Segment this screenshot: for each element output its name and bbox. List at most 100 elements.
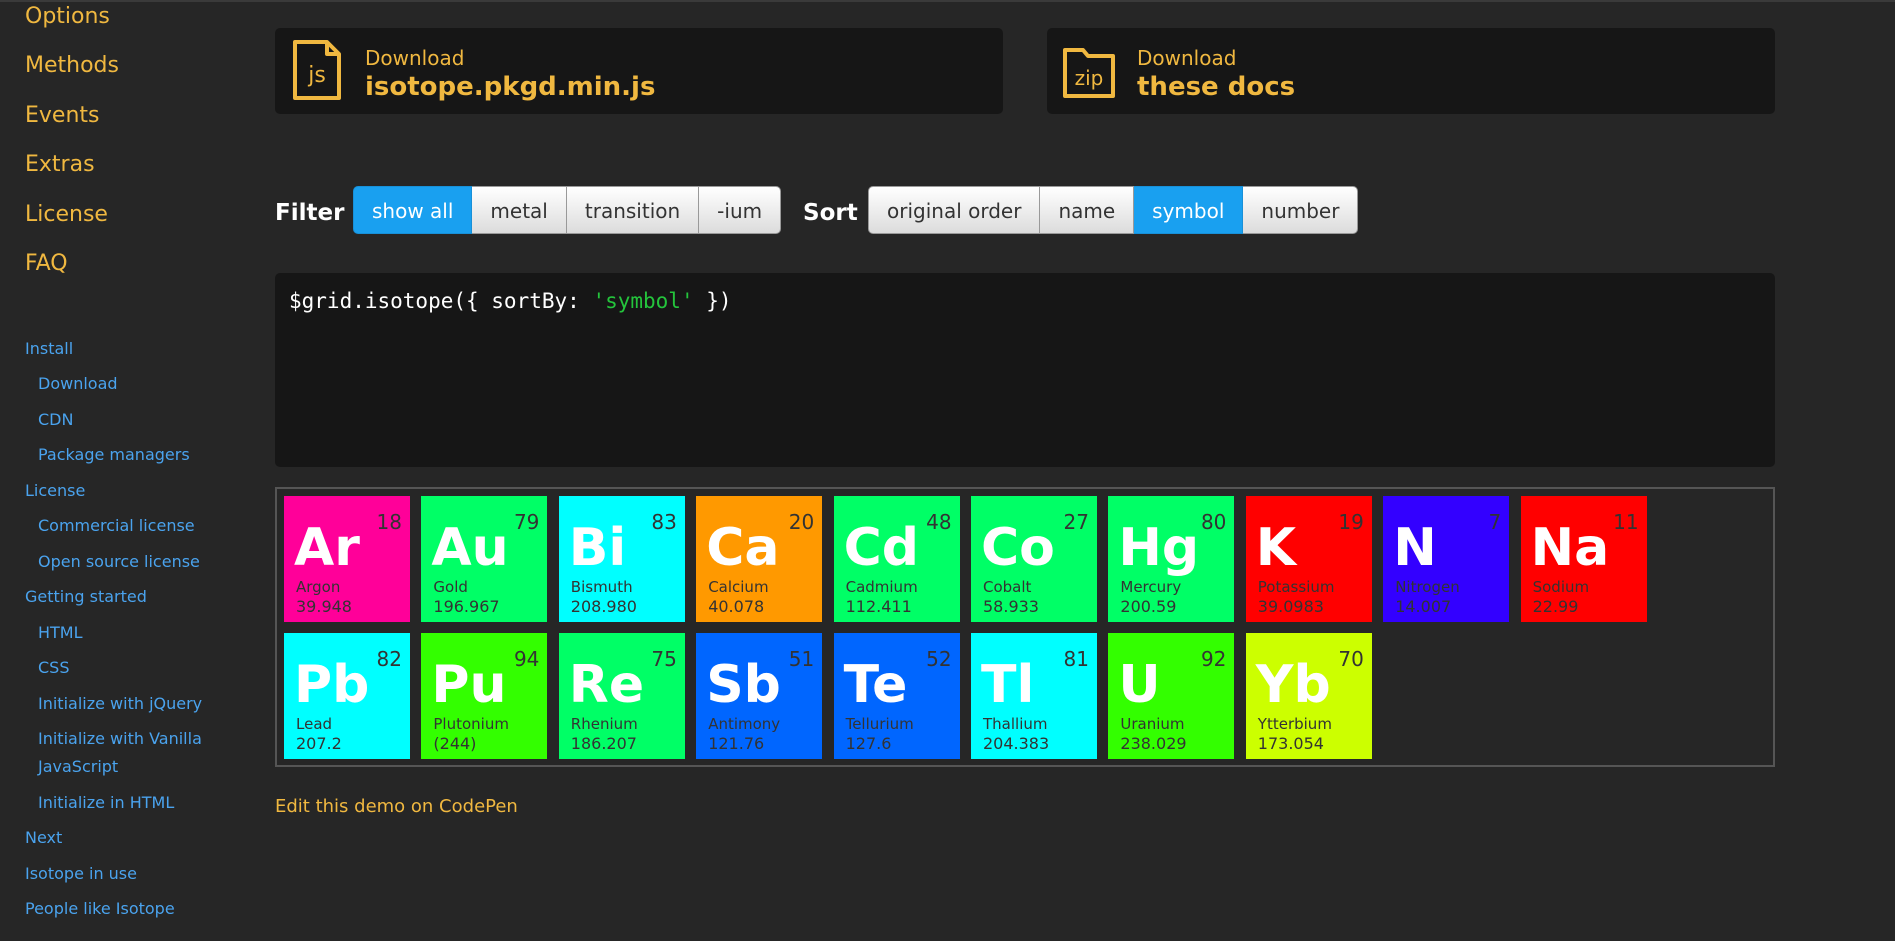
element-tile-pu[interactable]: 94 Pu Plutonium (244)	[421, 633, 548, 760]
download-js-button[interactable]: js Download isotope.pkgd.min.js	[275, 28, 1003, 114]
download-docs-button[interactable]: zip Download these docs	[1047, 28, 1775, 114]
toc-item-isotope-in-use[interactable]: Isotope in use	[25, 860, 137, 888]
element-symbol: Re	[568, 655, 645, 716]
element-number: 18	[376, 510, 402, 534]
filter-metal-button[interactable]: metal	[472, 186, 567, 234]
filter-ium-button[interactable]: -ium	[699, 186, 782, 234]
element-tile-co[interactable]: 27 Co Cobalt 58.933	[971, 496, 1097, 622]
element-name: Nitrogen	[1395, 578, 1460, 596]
sort-symbol-button[interactable]: symbol	[1134, 186, 1244, 234]
element-weight: 207.2	[296, 734, 342, 754]
toc-item-package-managers[interactable]: Package managers	[38, 441, 190, 469]
sidebar-link-faq[interactable]: FAQ	[25, 251, 68, 276]
element-weight: 22.99	[1532, 597, 1579, 616]
element-tile-pb[interactable]: 82 Pb Lead 207.2	[284, 633, 410, 760]
element-weight: 121.76	[708, 734, 765, 754]
element-tile-ca[interactable]: 20 Ca Calcium 40.078	[696, 496, 823, 622]
element-symbol: U	[1118, 655, 1161, 716]
element-number: 70	[1338, 647, 1364, 672]
code-prefix: $grid.isotope({ sortBy:	[289, 289, 593, 313]
element-symbol: Te	[843, 655, 908, 716]
element-tile-re[interactable]: 75 Re Rhenium 186.207	[558, 633, 685, 760]
element-number: 52	[926, 647, 952, 672]
element-tile-au[interactable]: 79 Au Gold 196.967	[421, 496, 548, 622]
toc-item-cdn[interactable]: CDN	[38, 406, 73, 434]
element-number: 11	[1613, 510, 1639, 534]
element-tile-ar[interactable]: 18 Ar Argon 39.948	[284, 496, 410, 622]
filter-transition-button[interactable]: transition	[566, 186, 700, 234]
element-tile-sb[interactable]: 51 Sb Antimony 121.76	[696, 633, 823, 760]
sidebar-link-extras[interactable]: Extras	[25, 152, 95, 177]
element-tile-te[interactable]: 52 Te Tellurium 127.6	[833, 633, 960, 760]
element-symbol: Au	[431, 518, 509, 578]
download-js-filename: isotope.pkgd.min.js	[365, 72, 656, 102]
sort-name-button[interactable]: name	[1040, 186, 1135, 234]
toc-item-init-vanilla[interactable]: Initialize with Vanilla	[38, 725, 202, 753]
element-tile-u[interactable]: 92 U Uranium 238.029	[1108, 633, 1235, 760]
element-weight: 200.59	[1120, 597, 1177, 616]
element-number: 20	[788, 510, 815, 534]
element-tile-cd[interactable]: 48 Cd Cadmium 112.411	[833, 496, 960, 622]
element-number: 75	[651, 647, 677, 672]
element-weight: 208.980	[570, 597, 637, 616]
toc-item-download[interactable]: Download	[38, 370, 118, 398]
element-symbol: N	[1393, 518, 1437, 578]
element-weight: 39.948	[296, 597, 352, 616]
element-symbol: Pb	[294, 655, 370, 716]
sort-button-group: original order name symbol number	[868, 186, 1359, 234]
element-name: Bismuth	[570, 578, 633, 596]
element-symbol: Pu	[431, 655, 507, 716]
element-weight: 204.383	[983, 734, 1050, 754]
toc-item-people-like-isotope[interactable]: People like Isotope	[25, 895, 175, 923]
toc-item-install[interactable]: Install	[25, 335, 73, 363]
element-weight: 238.029	[1120, 734, 1187, 754]
codepen-link[interactable]: Edit this demo on CodePen	[275, 796, 518, 817]
toc-item-init-jquery[interactable]: Initialize with jQuery	[38, 690, 202, 718]
element-name: Argon	[296, 578, 341, 596]
sort-number-button[interactable]: number	[1243, 186, 1359, 234]
element-tile-bi[interactable]: 83 Bi Bismuth 208.980	[558, 496, 685, 622]
element-number: 48	[926, 510, 952, 534]
element-symbol: Co	[981, 518, 1055, 578]
element-symbol: K	[1255, 518, 1297, 578]
element-name: Cadmium	[845, 578, 918, 596]
element-tile-na[interactable]: 11 Na Sodium 22.99	[1520, 496, 1647, 622]
element-name: Plutonium	[433, 715, 509, 734]
element-symbol: Cd	[843, 518, 919, 578]
toc-item-next[interactable]: Next	[25, 824, 62, 852]
top-divider	[0, 0, 1895, 2]
element-tile-n[interactable]: 7 N Nitrogen 14.007	[1383, 496, 1510, 622]
sidebar-link-events[interactable]: Events	[25, 103, 100, 128]
element-number: 80	[1200, 510, 1227, 534]
element-symbol: Sb	[706, 655, 781, 716]
sort-original-order-button[interactable]: original order	[868, 186, 1041, 234]
toc-item-init-vanilla-cont[interactable]: JavaScript	[38, 753, 118, 781]
sidebar-link-license[interactable]: License	[25, 202, 108, 227]
toc-item-init-html[interactable]: Initialize in HTML	[38, 789, 174, 817]
element-weight: 196.967	[433, 597, 500, 616]
element-tile-k[interactable]: 19 K Potassium 39.0983	[1245, 496, 1372, 622]
element-weight: 127.6	[845, 734, 892, 754]
element-tile-yb[interactable]: 70 Yb Ytterbium 173.054	[1245, 633, 1372, 760]
element-name: Lead	[296, 715, 333, 734]
element-number: 7	[1488, 510, 1502, 534]
toc-item-open-source-license[interactable]: Open source license	[38, 548, 200, 576]
download-docs-title: these docs	[1137, 72, 1296, 102]
element-name: Calcium	[708, 578, 769, 596]
element-name: Ytterbium	[1257, 715, 1332, 734]
toc-item-css[interactable]: CSS	[38, 654, 69, 682]
sidebar-link-options[interactable]: Options	[25, 4, 110, 29]
element-number: 92	[1200, 647, 1227, 672]
toc-item-getting-started[interactable]: Getting started	[25, 583, 147, 611]
toc-item-html[interactable]: HTML	[38, 619, 83, 647]
element-number: 51	[788, 647, 815, 672]
toc-item-commercial-license[interactable]: Commercial license	[38, 512, 195, 540]
element-tile-tl[interactable]: 81 Tl Thallium 204.383	[971, 633, 1097, 760]
element-weight: 112.411	[845, 597, 912, 616]
element-tile-hg[interactable]: 80 Hg Mercury 200.59	[1108, 496, 1235, 622]
toc-item-license[interactable]: License	[25, 477, 85, 505]
sidebar-link-methods[interactable]: Methods	[25, 53, 119, 78]
filter-show-all-button[interactable]: show all	[353, 186, 473, 234]
element-symbol: Ar	[294, 518, 360, 578]
element-number: 79	[513, 510, 540, 534]
